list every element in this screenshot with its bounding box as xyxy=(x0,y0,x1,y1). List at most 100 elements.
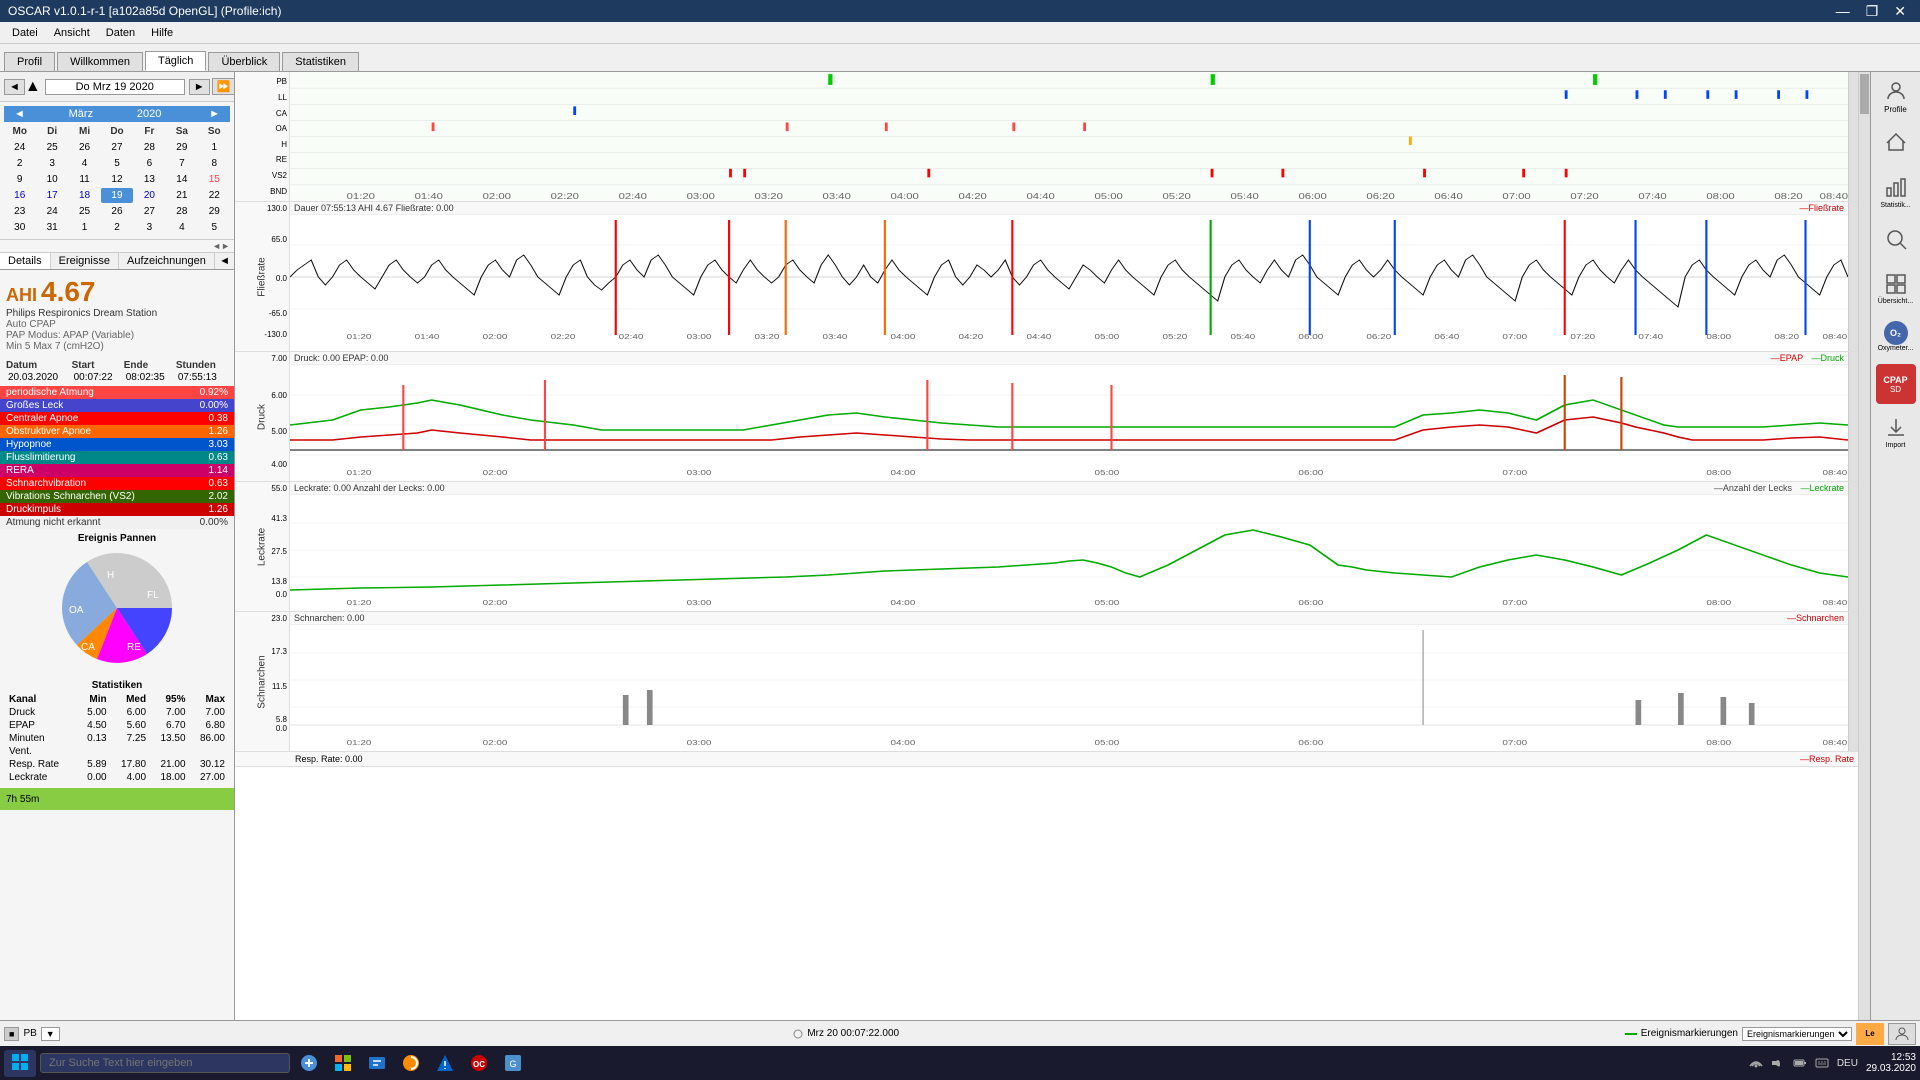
svg-text:01:20: 01:20 xyxy=(347,598,372,606)
taskbar-app-4[interactable] xyxy=(396,1048,426,1078)
cal-cell-25b[interactable]: 25 xyxy=(69,204,100,219)
cal-cell-29[interactable]: 29 xyxy=(166,140,197,155)
detail-expand-btn[interactable]: ◄ xyxy=(215,253,234,269)
detail-tab-details[interactable]: Details xyxy=(0,253,51,269)
cal-cell-2[interactable]: 2 xyxy=(4,156,35,171)
cal-cell-22[interactable]: 22 xyxy=(199,188,230,203)
cal-cell-1-prev[interactable]: 1 xyxy=(199,140,230,155)
jump-button[interactable]: ⏩ xyxy=(212,78,235,95)
cal-cell-3-next[interactable]: 3 xyxy=(134,220,165,235)
chart-scrollbar-1[interactable] xyxy=(1848,72,1858,201)
cal-cell-28[interactable]: 28 xyxy=(134,140,165,155)
taskbar-app-3[interactable] xyxy=(362,1048,392,1078)
svg-text:07:20: 07:20 xyxy=(1570,332,1595,340)
calendar-icon[interactable]: ▲ xyxy=(25,78,41,96)
charts-scroll-area[interactable]: PB LL CA OA H RE VS2 BND xyxy=(235,72,1858,1080)
import-nav-icon[interactable]: Import xyxy=(1876,412,1916,452)
cal-cell-21[interactable]: 21 xyxy=(166,188,197,203)
cal-cell-27[interactable]: 27 xyxy=(101,140,132,155)
menu-daten[interactable]: Daten xyxy=(98,25,143,41)
cal-cell-26[interactable]: 26 xyxy=(69,140,100,155)
search-nav-icon[interactable] xyxy=(1876,220,1916,260)
close-button[interactable]: ✕ xyxy=(1888,3,1912,20)
menu-hilfe[interactable]: Hilfe xyxy=(143,25,181,41)
cal-cell-18[interactable]: 18 xyxy=(69,188,100,203)
cal-cell-11[interactable]: 11 xyxy=(69,172,100,187)
oxymeter-circle: O₂ xyxy=(1884,321,1908,345)
cal-cell-7[interactable]: 7 xyxy=(166,156,197,171)
scrollbar-thumb[interactable] xyxy=(1860,74,1869,114)
cal-cell-12[interactable]: 12 xyxy=(101,172,132,187)
cal-prev-month[interactable]: ◄ xyxy=(10,108,29,120)
cal-cell-13[interactable]: 13 xyxy=(134,172,165,187)
cal-cell-24[interactable]: 24 xyxy=(4,140,35,155)
cal-cell-2-next[interactable]: 2 xyxy=(101,220,132,235)
menu-datei[interactable]: Datei xyxy=(4,25,46,41)
cal-cell-14[interactable]: 14 xyxy=(166,172,197,187)
cal-cell-27b[interactable]: 27 xyxy=(134,204,165,219)
cal-cell-23[interactable]: 23 xyxy=(4,204,35,219)
cal-cell-31[interactable]: 31 xyxy=(36,220,67,235)
minimize-button[interactable]: — xyxy=(1830,3,1856,20)
cal-cell-26b[interactable]: 26 xyxy=(101,204,132,219)
cal-cell-16[interactable]: 16 xyxy=(4,188,35,203)
menu-ansicht[interactable]: Ansicht xyxy=(46,25,98,41)
cal-cell-5-next[interactable]: 5 xyxy=(199,220,230,235)
taskbar-search-input[interactable] xyxy=(40,1053,290,1073)
cpap-nav-icon[interactable]: CPAP SD xyxy=(1876,364,1916,404)
legend-dropdown[interactable]: Ereignismarkierungen xyxy=(1742,1027,1852,1041)
cal-cell-17[interactable]: 17 xyxy=(36,188,67,203)
stats-nav-icon[interactable]: Statistik... xyxy=(1876,172,1916,212)
cal-cell-10[interactable]: 10 xyxy=(36,172,67,187)
cal-cell-5[interactable]: 5 xyxy=(101,156,132,171)
cal-cell-28b[interactable]: 28 xyxy=(166,204,197,219)
detail-tab-aufzeichnungen[interactable]: Aufzeichnungen xyxy=(119,253,215,269)
detail-tab-ereignisse[interactable]: Ereignisse xyxy=(51,253,119,269)
cal-cell-8[interactable]: 8 xyxy=(199,156,230,171)
next-day-button[interactable]: ► xyxy=(189,79,210,95)
cal-cell-4-next[interactable]: 4 xyxy=(166,220,197,235)
tab-profil[interactable]: Profil xyxy=(4,52,55,71)
cal-cell-1-next[interactable]: 1 xyxy=(69,220,100,235)
cal-cell-24b[interactable]: 24 xyxy=(36,204,67,219)
oxymeter-nav-icon[interactable]: O₂ Oxymeter... xyxy=(1876,316,1916,356)
cal-cell-29b[interactable]: 29 xyxy=(199,204,230,219)
prev-day-button[interactable]: ◄ xyxy=(4,79,25,95)
chart-scrollbar-3[interactable] xyxy=(1848,352,1858,481)
cal-cell-19[interactable]: 19 xyxy=(101,188,132,203)
chart-scrollbar-2[interactable] xyxy=(1848,202,1858,351)
cal-cell-6[interactable]: 6 xyxy=(134,156,165,171)
start-button[interactable] xyxy=(4,1050,36,1077)
taskbar-app-1[interactable] xyxy=(294,1048,324,1078)
taskbar-app-5[interactable] xyxy=(430,1048,460,1078)
app-title: OSCAR v1.0.1-r-1 [a102a85d OpenGL] (Prof… xyxy=(8,4,281,18)
cal-cell-20[interactable]: 20 xyxy=(134,188,165,203)
status-user-icon[interactable]: Le xyxy=(1856,1023,1884,1045)
collapse-icon[interactable]: ◄► xyxy=(212,241,230,251)
tab-taeglich[interactable]: Täglich xyxy=(145,51,206,71)
chart-scrollbar-4[interactable] xyxy=(1848,482,1858,611)
status-person-icon[interactable] xyxy=(1888,1023,1916,1045)
home-nav-icon[interactable] xyxy=(1876,124,1916,164)
cal-cell-30[interactable]: 30 xyxy=(4,220,35,235)
cal-cell-4[interactable]: 4 xyxy=(69,156,100,171)
cal-next-month[interactable]: ► xyxy=(205,108,224,120)
main-scrollbar[interactable] xyxy=(1858,72,1870,1080)
maximize-button[interactable]: ❐ xyxy=(1860,3,1885,20)
overview-nav-icon[interactable]: Übersicht... xyxy=(1876,268,1916,308)
device-button[interactable]: ■ xyxy=(4,1027,19,1041)
profile-nav-icon[interactable]: Profile xyxy=(1876,76,1916,116)
tab-willkommen[interactable]: Willkommen xyxy=(57,52,143,71)
cal-cell-3[interactable]: 3 xyxy=(36,156,67,171)
chart-scrollbar-5[interactable] xyxy=(1848,612,1858,751)
cal-cell-25[interactable]: 25 xyxy=(36,140,67,155)
leckrate-y-mid3: 13.8 xyxy=(271,577,287,586)
taskbar-app-7[interactable]: G xyxy=(498,1048,528,1078)
cal-cell-15[interactable]: 15 xyxy=(199,172,230,187)
taskbar-app-2[interactable] xyxy=(328,1048,358,1078)
tab-ueberblick[interactable]: Überblick xyxy=(208,52,280,71)
device-dropdown[interactable]: ▼ xyxy=(41,1027,60,1041)
cal-cell-9[interactable]: 9 xyxy=(4,172,35,187)
tab-statistiken[interactable]: Statistiken xyxy=(282,52,359,71)
taskbar-app-6[interactable]: OC xyxy=(464,1048,494,1078)
